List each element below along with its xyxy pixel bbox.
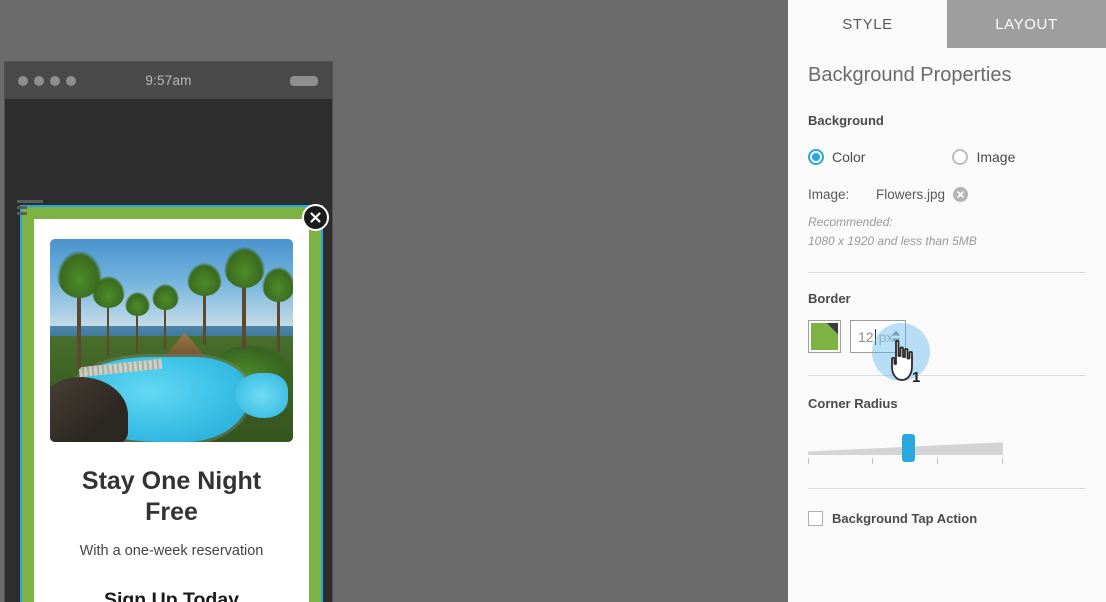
design-canvas[interactable]: 9:57am Stay One Night Free With a one-we… bbox=[0, 0, 788, 602]
phone-screen: Stay One Night Free With a one-week rese… bbox=[5, 99, 332, 602]
remove-x-icon[interactable] bbox=[953, 187, 969, 202]
image-file-row: Image: Flowers.jpg bbox=[808, 187, 1086, 202]
text-caret bbox=[874, 328, 876, 345]
image-file-name[interactable]: Flowers.jpg bbox=[876, 187, 945, 202]
background-tap-action-checkbox[interactable] bbox=[808, 511, 823, 527]
status-bar-time: 9:57am bbox=[145, 73, 192, 88]
modal-selection-outline[interactable]: Stay One Night Free With a one-week rese… bbox=[20, 205, 323, 602]
recommended-line-2: 1080 x 1920 and less than 5MB bbox=[808, 233, 977, 248]
corner-radius-slider[interactable] bbox=[808, 432, 1086, 465]
divider-3 bbox=[808, 488, 1086, 490]
close-icon[interactable] bbox=[302, 204, 329, 231]
tab-layout[interactable]: LAYOUT bbox=[947, 0, 1106, 48]
recommended-size-note: Recommended: 1080 x 1920 and less than 5… bbox=[808, 213, 1086, 250]
page-title: Background Properties bbox=[808, 64, 1012, 86]
background-tap-action-label: Background Tap Action bbox=[832, 511, 978, 527]
tab-style[interactable]: STYLE bbox=[788, 0, 947, 48]
corner-radius-section: Corner Radius bbox=[808, 396, 1086, 465]
modal-cta-text[interactable]: Sign Up Today bbox=[104, 589, 239, 602]
battery-icon bbox=[290, 75, 318, 86]
resort-photo[interactable] bbox=[50, 239, 293, 442]
background-section-label: Background bbox=[808, 113, 884, 128]
border-section: Border 12 px bbox=[808, 291, 1086, 354]
radio-image-label: Image bbox=[976, 149, 1016, 165]
divider-1 bbox=[808, 272, 1086, 274]
border-controls: 12 px bbox=[808, 320, 1086, 354]
border-width-stepper[interactable] bbox=[892, 330, 900, 344]
modal-title: Stay One Night Free bbox=[81, 467, 262, 526]
panel-body: Background Properties Background Color I… bbox=[788, 64, 1106, 527]
background-type-radio-group: Color Image bbox=[808, 149, 1086, 165]
border-color-swatch[interactable] bbox=[808, 320, 841, 354]
radio-option-color[interactable]: Color bbox=[808, 149, 865, 165]
corner-radius-label: Corner Radius bbox=[808, 396, 898, 412]
modal-content: Stay One Night Free With a one-week rese… bbox=[34, 219, 309, 602]
radio-color-icon[interactable] bbox=[808, 149, 824, 165]
modal-subtitle: With a one-week reservation bbox=[79, 543, 264, 559]
selection-handle[interactable] bbox=[17, 200, 43, 222]
panel-tabs: STYLE LAYOUT bbox=[788, 0, 1106, 48]
radio-image-icon[interactable] bbox=[952, 149, 969, 165]
radio-color-label: Color bbox=[832, 149, 866, 165]
border-width-value: 12 bbox=[858, 328, 874, 345]
phone-status-bar: 9:57am bbox=[5, 62, 332, 99]
divider-2 bbox=[808, 375, 1086, 377]
phone-preview: 9:57am Stay One Night Free With a one-we… bbox=[5, 62, 332, 602]
radio-option-image[interactable]: Image bbox=[952, 149, 1015, 165]
properties-panel: STYLE LAYOUT Background Properties Backg… bbox=[788, 0, 1106, 602]
app-root: 9:57am Stay One Night Free With a one-we… bbox=[0, 0, 1106, 602]
chevron-up-icon[interactable] bbox=[892, 330, 900, 336]
chevron-down-icon[interactable] bbox=[892, 338, 900, 344]
background-tap-action-row[interactable]: Background Tap Action bbox=[808, 511, 1086, 527]
recommended-line-1: Recommended: bbox=[808, 215, 893, 229]
image-field-label: Image: bbox=[808, 187, 850, 202]
slider-thumb[interactable] bbox=[902, 434, 915, 463]
border-section-label: Border bbox=[808, 291, 851, 307]
promo-modal[interactable]: Stay One Night Free With a one-week rese… bbox=[22, 207, 321, 602]
border-width-input[interactable]: 12 px bbox=[850, 320, 906, 354]
